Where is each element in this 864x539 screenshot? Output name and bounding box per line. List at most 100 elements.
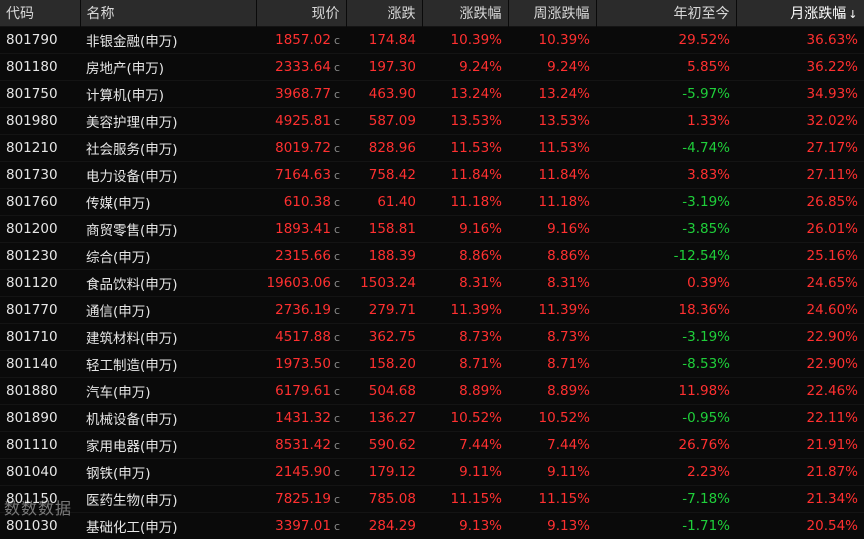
cell-month-pct-value: 26.85% xyxy=(807,194,858,210)
cell-change-pct: 9.13% xyxy=(422,513,508,539)
table-row[interactable]: 801730电力设备(申万)7164.63c758.4211.84%11.84%… xyxy=(0,162,864,189)
cell-week-pct-value: 10.52% xyxy=(539,410,590,426)
cell-code: 801030 xyxy=(0,513,80,539)
cell-ytd-pct-value: 29.52% xyxy=(679,32,730,48)
col-header-month-pct[interactable]: 月涨跌幅↓ xyxy=(736,0,864,27)
cell-month-pct: 26.01% xyxy=(736,216,864,243)
col-header-week-pct[interactable]: 周涨跌幅 xyxy=(508,0,596,27)
cell-week-pct-value: 10.39% xyxy=(539,32,590,48)
cell-month-pct: 36.22% xyxy=(736,54,864,81)
cell-name: 基础化工(申万) xyxy=(80,513,256,539)
cell-ytd-pct-value: -7.18% xyxy=(682,491,730,507)
cell-month-pct-value: 27.11% xyxy=(807,167,858,183)
cell-change: 758.42 xyxy=(346,162,422,189)
table-row[interactable]: 801180房地产(申万)2333.64c197.309.24%9.24%5.8… xyxy=(0,54,864,81)
table-row[interactable]: 801750计算机(申万)3968.77c463.9013.24%13.24%-… xyxy=(0,81,864,108)
col-header-code[interactable]: 代码 xyxy=(0,0,80,27)
cell-price: 8531.42c xyxy=(256,432,346,459)
cell-month-pct: 22.46% xyxy=(736,378,864,405)
cell-ytd-pct: -3.19% xyxy=(596,324,736,351)
cell-change: 284.29 xyxy=(346,513,422,539)
price-suffix: c xyxy=(334,385,340,398)
cell-ytd-pct: 0.39% xyxy=(596,270,736,297)
cell-name: 汽车(申万) xyxy=(80,378,256,405)
cell-change-pct: 10.52% xyxy=(422,405,508,432)
col-header-ytd-pct[interactable]: 年初至今 xyxy=(596,0,736,27)
cell-name-value: 商贸零售(申万) xyxy=(86,223,178,239)
cell-month-pct-value: 24.65% xyxy=(807,275,858,291)
table-row[interactable]: 801230综合(申万)2315.66c188.398.86%8.86%-12.… xyxy=(0,243,864,270)
cell-week-pct: 11.15% xyxy=(508,486,596,513)
cell-name-value: 美容护理(申万) xyxy=(86,115,178,131)
cell-month-pct: 20.54% xyxy=(736,513,864,539)
cell-ytd-pct: 1.33% xyxy=(596,108,736,135)
table-row[interactable]: 801040钢铁(申万)2145.90c179.129.11%9.11%2.23… xyxy=(0,459,864,486)
col-header-price[interactable]: 现价 xyxy=(256,0,346,27)
cell-code-value: 801140 xyxy=(6,356,58,372)
cell-month-pct-value: 22.11% xyxy=(807,410,858,426)
cell-week-pct: 8.89% xyxy=(508,378,596,405)
cell-ytd-pct: 2.23% xyxy=(596,459,736,486)
price-suffix: c xyxy=(334,196,340,209)
cell-change-pct: 7.44% xyxy=(422,432,508,459)
cell-month-pct: 27.17% xyxy=(736,135,864,162)
table-row[interactable]: 801760传媒(申万)610.38c61.4011.18%11.18%-3.1… xyxy=(0,189,864,216)
cell-price: 6179.61c xyxy=(256,378,346,405)
cell-month-pct-value: 26.01% xyxy=(807,221,858,237)
cell-change-pct-value: 13.24% xyxy=(451,86,502,102)
table-row[interactable]: 801210社会服务(申万)8019.72c828.9611.53%11.53%… xyxy=(0,135,864,162)
cell-change-value: 174.84 xyxy=(369,32,416,48)
price-suffix: c xyxy=(334,412,340,425)
cell-name: 社会服务(申万) xyxy=(80,135,256,162)
table-row[interactable]: 801150医药生物(申万)7825.19c785.0811.15%11.15%… xyxy=(0,486,864,513)
cell-price: 610.38c xyxy=(256,189,346,216)
cell-name-value: 基础化工(申万) xyxy=(86,520,178,536)
cell-price: 7825.19c xyxy=(256,486,346,513)
table-row[interactable]: 801120食品饮料(申万)19603.06c1503.248.31%8.31%… xyxy=(0,270,864,297)
cell-name-value: 汽车(申万) xyxy=(86,385,151,401)
table-row[interactable]: 801980美容护理(申万)4925.81c587.0913.53%13.53%… xyxy=(0,108,864,135)
table-row[interactable]: 801880汽车(申万)6179.61c504.688.89%8.89%11.9… xyxy=(0,378,864,405)
table-row[interactable]: 801790非银金融(申万)1857.02c174.8410.39%10.39%… xyxy=(0,27,864,54)
cell-name-value: 非银金融(申万) xyxy=(86,34,178,50)
cell-week-pct-value: 8.31% xyxy=(547,275,590,291)
cell-week-pct: 9.24% xyxy=(508,54,596,81)
table-row[interactable]: 801110家用电器(申万)8531.42c590.627.44%7.44%26… xyxy=(0,432,864,459)
cell-month-pct: 22.90% xyxy=(736,324,864,351)
table-row[interactable]: 801770通信(申万)2736.19c279.7111.39%11.39%18… xyxy=(0,297,864,324)
cell-code: 801770 xyxy=(0,297,80,324)
cell-price-value: 7164.63 xyxy=(275,167,331,183)
cell-change-pct: 11.84% xyxy=(422,162,508,189)
cell-week-pct: 10.52% xyxy=(508,405,596,432)
col-header-change-pct[interactable]: 涨跌幅 xyxy=(422,0,508,27)
cell-ytd-pct: -3.85% xyxy=(596,216,736,243)
cell-ytd-pct: -8.53% xyxy=(596,351,736,378)
table-row[interactable]: 801890机械设备(申万)1431.32c136.2710.52%10.52%… xyxy=(0,405,864,432)
cell-month-pct-value: 34.93% xyxy=(807,86,858,102)
col-header-change[interactable]: 涨跌 xyxy=(346,0,422,27)
cell-change-pct: 8.71% xyxy=(422,351,508,378)
cell-price-value: 2315.66 xyxy=(275,248,331,264)
cell-week-pct-value: 11.39% xyxy=(539,302,590,318)
cell-change: 587.09 xyxy=(346,108,422,135)
cell-code-value: 801770 xyxy=(6,302,58,318)
table-row[interactable]: 801030基础化工(申万)3397.01c284.299.13%9.13%-1… xyxy=(0,513,864,539)
cell-change-value: 179.12 xyxy=(369,464,416,480)
table-row[interactable]: 801710建筑材料(申万)4517.88c362.758.73%8.73%-3… xyxy=(0,324,864,351)
cell-price-value: 2736.19 xyxy=(275,302,331,318)
cell-change-pct: 9.16% xyxy=(422,216,508,243)
cell-change-pct-value: 10.52% xyxy=(451,410,502,426)
cell-code-value: 801110 xyxy=(6,437,58,453)
cell-change-pct-value: 11.84% xyxy=(451,167,502,183)
cell-change: 362.75 xyxy=(346,324,422,351)
table-row[interactable]: 801200商贸零售(申万)1893.41c158.819.16%9.16%-3… xyxy=(0,216,864,243)
cell-week-pct-value: 9.11% xyxy=(547,464,590,480)
cell-month-pct-value: 24.60% xyxy=(807,302,858,318)
cell-price: 4517.88c xyxy=(256,324,346,351)
cell-ytd-pct: 11.98% xyxy=(596,378,736,405)
col-header-name[interactable]: 名称 xyxy=(80,0,256,27)
price-suffix: c xyxy=(334,142,340,155)
cell-price: 3397.01c xyxy=(256,513,346,539)
cell-change-value: 279.71 xyxy=(369,302,416,318)
table-row[interactable]: 801140轻工制造(申万)1973.50c158.208.71%8.71%-8… xyxy=(0,351,864,378)
